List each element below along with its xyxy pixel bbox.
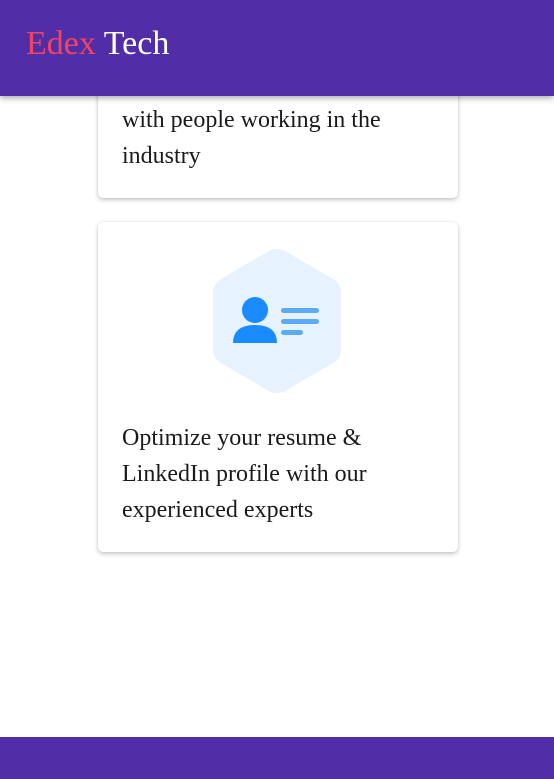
text-line-shape bbox=[281, 319, 319, 324]
top-app-bar: Edex Tech bbox=[0, 0, 554, 96]
text-line-shape bbox=[281, 330, 303, 335]
person-head-shape bbox=[242, 297, 268, 323]
profile-card-icon bbox=[211, 247, 343, 395]
feature-card-text-line: with people working in the bbox=[122, 107, 381, 133]
hexagon-background-shape bbox=[213, 249, 341, 393]
feature-card-text: Optimize your resume & LinkedIn profile … bbox=[122, 420, 442, 528]
feature-card-text-line: industry bbox=[122, 143, 201, 169]
feature-card-text-line: LinkedIn profile with our bbox=[122, 461, 367, 487]
feature-card-text-line: experienced experts bbox=[122, 497, 314, 523]
brand-name-second: Tech bbox=[103, 25, 170, 62]
page: Edex Tech with people working in the ind… bbox=[0, 0, 554, 779]
brand-logo[interactable]: Edex Tech bbox=[26, 27, 169, 61]
feature-card-text: with people working in the industry bbox=[122, 102, 442, 174]
footer-bar bbox=[0, 737, 554, 779]
feature-card-resume: Optimize your resume & LinkedIn profile … bbox=[98, 222, 458, 552]
feature-card-text-line: Optimize your resume & bbox=[122, 425, 362, 451]
brand-name-first: Edex bbox=[26, 25, 96, 62]
text-line-shape bbox=[281, 308, 319, 313]
